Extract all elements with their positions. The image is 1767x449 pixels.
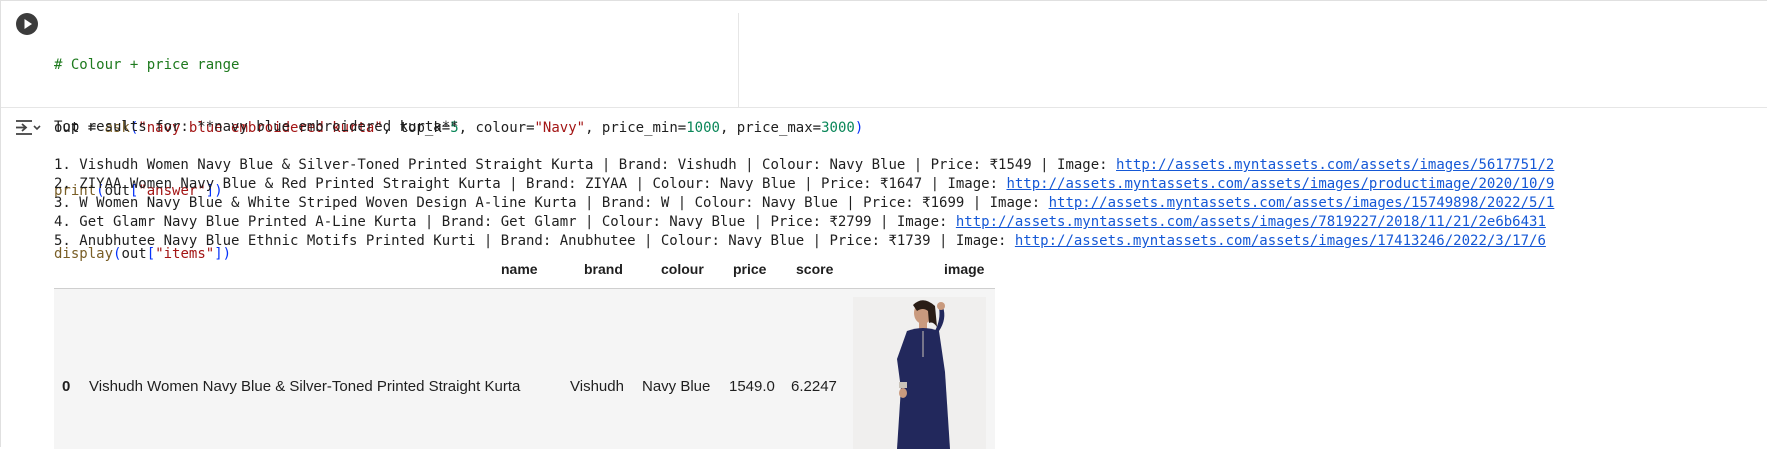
output-toggle-icon	[16, 120, 41, 135]
cell-score: 6.2247	[791, 378, 837, 395]
column-header-colour[interactable]: colour	[661, 261, 704, 277]
kurta-product-image	[853, 297, 986, 449]
output-heading: Top results for: **navy blue embroidered…	[54, 119, 459, 135]
code-line-1: # Colour + price range	[54, 55, 734, 76]
column-header-name[interactable]: name	[501, 261, 538, 277]
result-line: 1. Vishudh Women Navy Blue & Silver-Tone…	[54, 156, 1767, 175]
result-line: 4. Get Glamr Navy Blue Printed A-Line Ku…	[54, 213, 1767, 232]
cell-brand: Vishudh	[570, 378, 624, 395]
result-text: 4. Get Glamr Navy Blue Printed A-Line Ku…	[54, 214, 956, 230]
result-image-link[interactable]: http://assets.myntassets.com/assets/imag…	[1049, 195, 1555, 211]
result-line: 2. ZIYAA Women Navy Blue & Red Printed S…	[54, 175, 1767, 194]
column-header-price[interactable]: price	[733, 261, 766, 277]
row-index: 0	[62, 378, 71, 395]
cell-price: 1549.0	[729, 378, 775, 395]
result-text: 2. ZIYAA Women Navy Blue & Red Printed S…	[54, 176, 1007, 192]
column-header-image[interactable]: image	[944, 261, 984, 277]
result-image-link[interactable]: http://assets.myntassets.com/assets/imag…	[956, 214, 1546, 230]
result-image-link[interactable]: http://assets.myntassets.com/assets/imag…	[1015, 233, 1546, 249]
dataframe-table: name brand colour price score image 0 Vi…	[54, 258, 995, 449]
result-text: 5. Anubhutee Navy Blue Ethnic Motifs Pri…	[54, 233, 1015, 249]
cell-output: Top results for: **navy blue embroidered…	[54, 118, 1767, 251]
play-icon	[24, 19, 32, 29]
result-text: 1. Vishudh Women Navy Blue & Silver-Tone…	[54, 157, 1117, 173]
column-header-brand[interactable]: brand	[584, 261, 623, 277]
result-image-link[interactable]: http://assets.myntassets.com/assets/imag…	[1006, 176, 1554, 192]
cell-colour: Navy Blue	[642, 378, 711, 395]
result-text: 3. W Women Navy Blue & White Striped Wov…	[54, 195, 1049, 211]
table-header-row: name brand colour price score image	[54, 258, 995, 289]
kurta-illustration	[853, 297, 986, 449]
result-image-link[interactable]: http://assets.myntassets.com/assets/imag…	[1116, 157, 1554, 173]
editor-divider	[738, 13, 739, 107]
column-header-score[interactable]: score	[796, 261, 833, 277]
table-row[interactable]: 0 Vishudh Women Navy Blue & Silver-Toned…	[54, 289, 995, 449]
result-line: 5. Anubhutee Navy Blue Ethnic Motifs Pri…	[54, 232, 1767, 251]
code-editor[interactable]: # Colour + price range out = ask("navy b…	[54, 13, 863, 262]
code-comment: # Colour + price range	[54, 57, 240, 73]
run-cell-button[interactable]	[16, 13, 38, 35]
output-separator	[1, 107, 1767, 108]
cell-name: Vishudh Women Navy Blue & Silver-Toned P…	[89, 378, 521, 395]
notebook-code-cell: # Colour + price range out = ask("navy b…	[0, 0, 1767, 449]
output-collapse-icon[interactable]	[15, 118, 41, 138]
result-line: 3. W Women Navy Blue & White Striped Wov…	[54, 194, 1767, 213]
